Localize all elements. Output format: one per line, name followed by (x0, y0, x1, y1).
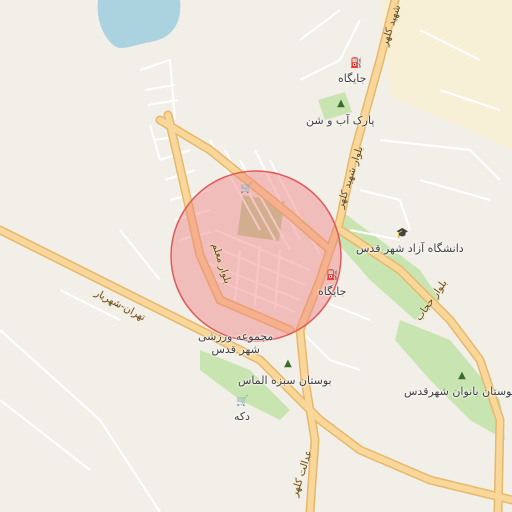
park-ab-o-shen-label: پارک آب و شن (306, 114, 375, 127)
fuel-pump-icon[interactable]: ⛽ (326, 270, 338, 282)
tree-icon[interactable]: ▲ (456, 370, 468, 382)
graduation-cap-icon[interactable]: 🎓 (396, 228, 408, 240)
map-canvas[interactable]: ⛽ جایگاه ▲ پارک آب و شن 🛒 🎓 دانشگاه آزاد… (0, 0, 512, 512)
sports-complex-label-line1: مجموعه ورزشی (198, 330, 274, 343)
sports-complex-label: مجموعه ورزشی شهر قدس (198, 330, 273, 356)
tree-icon[interactable]: ▲ (335, 98, 347, 110)
fuel-pump-icon[interactable]: ⛽ (350, 58, 362, 70)
gas-station-label-mid: جایگاه (318, 285, 347, 298)
sports-complex-label-line2: شهر قدس (211, 343, 260, 356)
tree-icon[interactable]: ▲ (282, 358, 294, 370)
lake (97, 0, 181, 48)
bustan-banovan-label: بوستان بانوان شهرقدس (404, 385, 512, 398)
university-label: دانشگاه آزاد شهر قدس (356, 242, 464, 255)
highlight-circle (170, 170, 342, 342)
map-base-layer (0, 0, 512, 512)
urban-area (380, 0, 512, 150)
bustan-sabze-label: بوستان سبزه الماس (238, 374, 332, 387)
shop-label: دکه (234, 410, 251, 423)
shopping-cart-icon[interactable]: 🛒 (236, 396, 248, 408)
shopping-cart-icon[interactable]: 🛒 (240, 183, 252, 195)
gas-station-label-top: جایگاه (338, 72, 367, 85)
